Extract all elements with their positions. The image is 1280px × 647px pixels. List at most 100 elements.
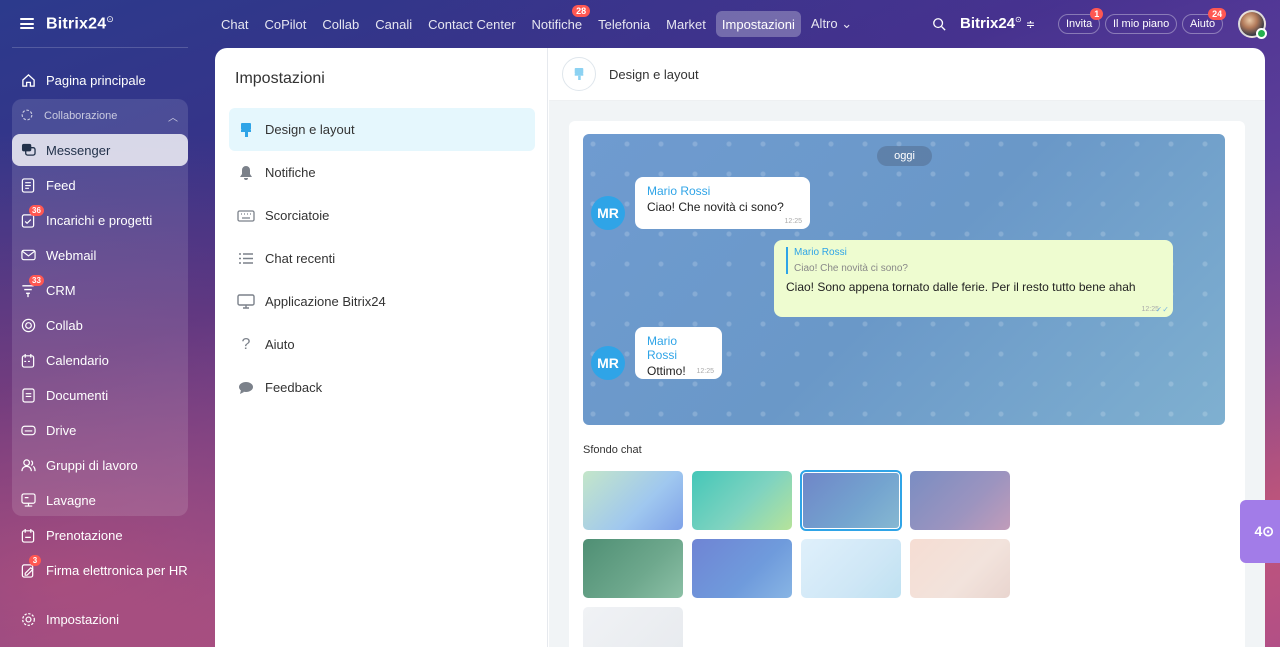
menu-notifications[interactable]: Notifiche: [229, 151, 535, 194]
tab-label: Canali: [375, 16, 413, 32]
sidebar-item-label: Impostazioni: [46, 611, 119, 627]
incoming-message: Mario Rossi Ciao! Che novità ci sono? 12…: [635, 177, 810, 229]
tab-label: CoPilot: [264, 16, 307, 32]
sidebar-item-label: Feed: [46, 177, 76, 193]
user-avatar[interactable]: [1238, 10, 1267, 39]
menu-label: Chat recenti: [265, 251, 336, 266]
menu-design-layout[interactable]: Design e layout: [229, 108, 535, 151]
tab-canali[interactable]: Canali: [369, 11, 418, 37]
menu-feedback[interactable]: Feedback: [229, 366, 535, 409]
tab-market[interactable]: Market: [660, 11, 712, 37]
sidebar-item-label: Gruppi di lavoro: [46, 457, 138, 473]
bell-icon: [237, 164, 255, 182]
sidebar-item-esign[interactable]: 3 Firma elettronica per HR: [12, 554, 188, 586]
sidebar-item-webmail[interactable]: Webmail: [12, 239, 188, 271]
notifications-badge: 28: [572, 5, 591, 17]
sidebar-item-label: Collab: [46, 317, 83, 333]
keyboard-icon: [237, 207, 255, 225]
menu-label: Aiuto: [265, 337, 295, 352]
plan-label: Il mio piano: [1113, 18, 1170, 30]
tab-label: Impostazioni: [721, 16, 795, 32]
background-option[interactable]: [692, 471, 792, 530]
collab-icon: [20, 317, 36, 333]
avatar: MR: [591, 346, 625, 380]
side-widget-tab[interactable]: 4⊙: [1240, 500, 1280, 563]
sidebar-item-label: Drive: [46, 422, 77, 438]
collaboration-group-header[interactable]: Collaborazione ︿: [12, 100, 188, 132]
sidebar-item-label: Prenotazione: [46, 527, 123, 543]
tab-chat[interactable]: Chat: [215, 11, 254, 37]
menu-label: Design e layout: [265, 122, 355, 137]
group-icon: [20, 457, 36, 473]
sidebar-item-settings[interactable]: Impostazioni: [12, 603, 188, 635]
sidebar-item-documents[interactable]: Documenti: [12, 379, 188, 411]
tab-impostazioni[interactable]: Impostazioni: [715, 11, 801, 37]
sidebar-item-feed[interactable]: Feed: [12, 169, 188, 201]
sidebar-item-booking[interactable]: Prenotazione: [12, 519, 188, 551]
sidebar-item-messenger[interactable]: Messenger: [12, 134, 188, 166]
sidebar-item-tasks[interactable]: 36 Incarichi e progetti: [12, 204, 188, 236]
monitor-icon: [237, 293, 255, 311]
day-separator: oggi: [877, 146, 932, 166]
sidebar-item-collab[interactable]: Collab: [12, 309, 188, 341]
tab-copilot[interactable]: CoPilot: [258, 11, 312, 37]
chat-preview: oggi MR Mario Rossi Ciao! Che novità ci …: [583, 134, 1225, 425]
plan-button[interactable]: Il mio piano: [1105, 14, 1178, 34]
tab-collab[interactable]: Collab: [316, 11, 365, 37]
sidebar-item-workgroups[interactable]: Gruppi di lavoro: [12, 449, 188, 481]
sidebar-logo-row: Bitrix24⊙: [20, 14, 114, 33]
menu-recent-chats[interactable]: Chat recenti: [229, 237, 535, 280]
menu-desktop-app[interactable]: Applicazione Bitrix24: [229, 280, 535, 323]
sidebar-item-crm[interactable]: 33 CRM: [12, 274, 188, 306]
sidebar-item-label: Calendario: [46, 352, 109, 368]
chevron-up-icon[interactable]: ︿: [168, 109, 178, 124]
sidebar-item-label: Lavagne: [46, 492, 96, 508]
booking-icon: [20, 527, 36, 543]
background-option[interactable]: [910, 539, 1010, 598]
quote-author: Mario Rossi: [794, 247, 847, 258]
crm-badge: 33: [29, 275, 44, 286]
menu-burger-icon[interactable]: [20, 18, 34, 30]
tab-label: Market: [666, 16, 706, 32]
tab-contact-center[interactable]: Contact Center: [422, 11, 521, 37]
background-option[interactable]: [910, 471, 1010, 530]
brand-settings-icon[interactable]: ≑: [1026, 19, 1035, 31]
tab-label: Contact Center: [428, 16, 516, 32]
search-icon[interactable]: [932, 17, 946, 36]
sidebar-item-calendar[interactable]: Calendario: [12, 344, 188, 376]
tab-telefonia[interactable]: Telefonia: [592, 11, 656, 37]
tab-label: Chat: [221, 16, 249, 32]
paintbrush-icon: [562, 57, 596, 91]
sidebar-item-drive[interactable]: Drive: [12, 414, 188, 446]
sidebar-item-label: Incarichi e progetti: [46, 212, 153, 228]
background-option-selected[interactable]: [800, 470, 902, 531]
crm-icon: 33: [20, 275, 44, 298]
background-option[interactable]: [692, 539, 792, 598]
bitrix-logo[interactable]: Bitrix24⊙: [46, 14, 114, 33]
bitrix-brand[interactable]: Bitrix24⊙ ≑: [960, 15, 1035, 32]
read-check-icon: ✓✓: [1155, 305, 1169, 314]
background-option[interactable]: [801, 539, 901, 598]
paintbrush-icon: [237, 121, 255, 139]
menu-help[interactable]: ? Aiuto: [229, 323, 535, 366]
tasks-badge: 36: [29, 205, 44, 216]
background-option[interactable]: [583, 471, 683, 530]
tab-altro[interactable]: Altro ⌄: [805, 11, 858, 37]
tab-notifiche[interactable]: Notifiche 28: [526, 5, 591, 37]
quoted-message: Mario Rossi Ciao! Che novità ci sono?: [786, 247, 1161, 274]
sidebar-item-home[interactable]: Pagina principale: [12, 64, 188, 96]
background-option[interactable]: [583, 539, 683, 598]
collab-group-icon: [20, 108, 34, 125]
menu-shortcuts[interactable]: Scorciatoie: [229, 194, 535, 237]
sidebar-item-label: Webmail: [46, 247, 97, 263]
document-icon: [20, 387, 36, 403]
menu-label: Feedback: [265, 380, 323, 395]
online-status-icon: [1256, 28, 1267, 39]
outgoing-message: Mario Rossi Ciao! Che novità ci sono? Ci…: [774, 240, 1173, 317]
menu-label: Scorciatoie: [265, 208, 330, 223]
background-option[interactable]: [583, 607, 683, 647]
invite-button[interactable]: Invita 1: [1058, 8, 1104, 34]
sidebar-item-boards[interactable]: Lavagne: [12, 484, 188, 516]
help-button[interactable]: Aiuto 24: [1182, 8, 1227, 34]
question-icon: ?: [241, 335, 251, 353]
